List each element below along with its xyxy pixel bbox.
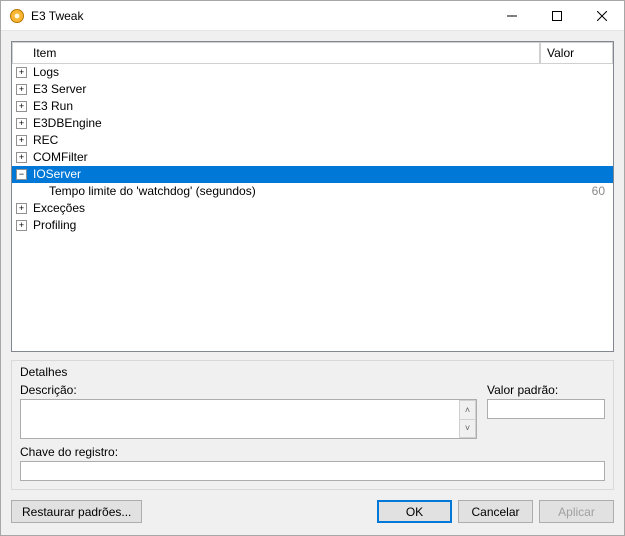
tree-item-watchdog-timeout[interactable]: Tempo limite do 'watchdog' (segundos) 60	[12, 183, 613, 200]
details-group-title: Detalhes	[20, 365, 605, 379]
collapse-icon[interactable]: −	[16, 169, 27, 180]
tree-header: Item Valor	[12, 42, 613, 64]
description-scroll[interactable]: ˄ ˅	[459, 400, 476, 438]
description-field[interactable]: ˄ ˅	[20, 399, 477, 439]
tree-item[interactable]: + REC	[12, 132, 613, 149]
scroll-down-icon[interactable]: ˅	[460, 419, 476, 439]
default-value-field[interactable]	[487, 399, 605, 419]
minimize-button[interactable]	[489, 1, 534, 30]
expand-icon[interactable]: +	[16, 220, 27, 231]
tree-item-label: COMFilter	[31, 149, 540, 166]
window-title: E3 Tweak	[31, 9, 83, 23]
expand-icon[interactable]: +	[16, 101, 27, 112]
tree-item[interactable]: + Exceções	[12, 200, 613, 217]
tree-item-label: E3 Server	[31, 81, 540, 98]
tree-item-value[interactable]: 60	[540, 183, 613, 200]
column-header-item[interactable]: Item	[12, 42, 540, 63]
settings-tree[interactable]: Item Valor + Logs + E3 Server + E3 Run	[11, 41, 614, 352]
expand-icon[interactable]: +	[16, 67, 27, 78]
expand-icon[interactable]: +	[16, 203, 27, 214]
registry-key-field[interactable]	[20, 461, 605, 481]
cancel-button[interactable]: Cancelar	[458, 500, 533, 523]
default-value-label: Valor padrão:	[487, 383, 605, 397]
tree-item-label: IOServer	[31, 166, 540, 183]
app-window: E3 Tweak Item Valor + Logs	[0, 0, 625, 536]
expand-icon[interactable]: +	[16, 118, 27, 129]
tree-item[interactable]: + E3 Server	[12, 81, 613, 98]
description-label: Descrição:	[20, 383, 477, 397]
tree-item-label: Exceções	[31, 200, 540, 217]
tree-item[interactable]: + Profiling	[12, 217, 613, 234]
registry-key-label: Chave do registro:	[20, 445, 605, 459]
tree-item-label: Logs	[31, 64, 540, 81]
tree-item[interactable]: + Logs	[12, 64, 613, 81]
details-panel: Detalhes Descrição: ˄ ˅ Valor padrão:	[11, 360, 614, 490]
apply-button[interactable]: Aplicar	[539, 500, 614, 523]
tree-item-label: E3DBEngine	[31, 115, 540, 132]
tree-item-label: E3 Run	[31, 98, 540, 115]
tree-item[interactable]: + COMFilter	[12, 149, 613, 166]
expand-icon[interactable]: +	[16, 152, 27, 163]
expand-icon[interactable]: +	[16, 135, 27, 146]
close-button[interactable]	[579, 1, 624, 30]
app-icon	[9, 8, 25, 24]
tree-item-label: REC	[31, 132, 540, 149]
button-bar: Restaurar padrões... OK Cancelar Aplicar	[1, 490, 624, 535]
tree-item-label: Profiling	[31, 217, 540, 234]
titlebar: E3 Tweak	[1, 1, 624, 31]
tree-body[interactable]: + Logs + E3 Server + E3 Run + E3DBEngine	[12, 64, 613, 351]
tree-item[interactable]: + E3 Run	[12, 98, 613, 115]
ok-button[interactable]: OK	[377, 500, 452, 523]
maximize-button[interactable]	[534, 1, 579, 30]
scroll-up-icon[interactable]: ˄	[460, 400, 476, 419]
tree-item[interactable]: + E3DBEngine	[12, 115, 613, 132]
tree-item-label: Tempo limite do 'watchdog' (segundos)	[31, 183, 540, 200]
client-area: Item Valor + Logs + E3 Server + E3 Run	[1, 31, 624, 490]
restore-defaults-button[interactable]: Restaurar padrões...	[11, 500, 142, 523]
column-header-valor[interactable]: Valor	[540, 42, 613, 63]
expand-icon[interactable]: +	[16, 84, 27, 95]
tree-item-ioserver[interactable]: − IOServer	[12, 166, 613, 183]
